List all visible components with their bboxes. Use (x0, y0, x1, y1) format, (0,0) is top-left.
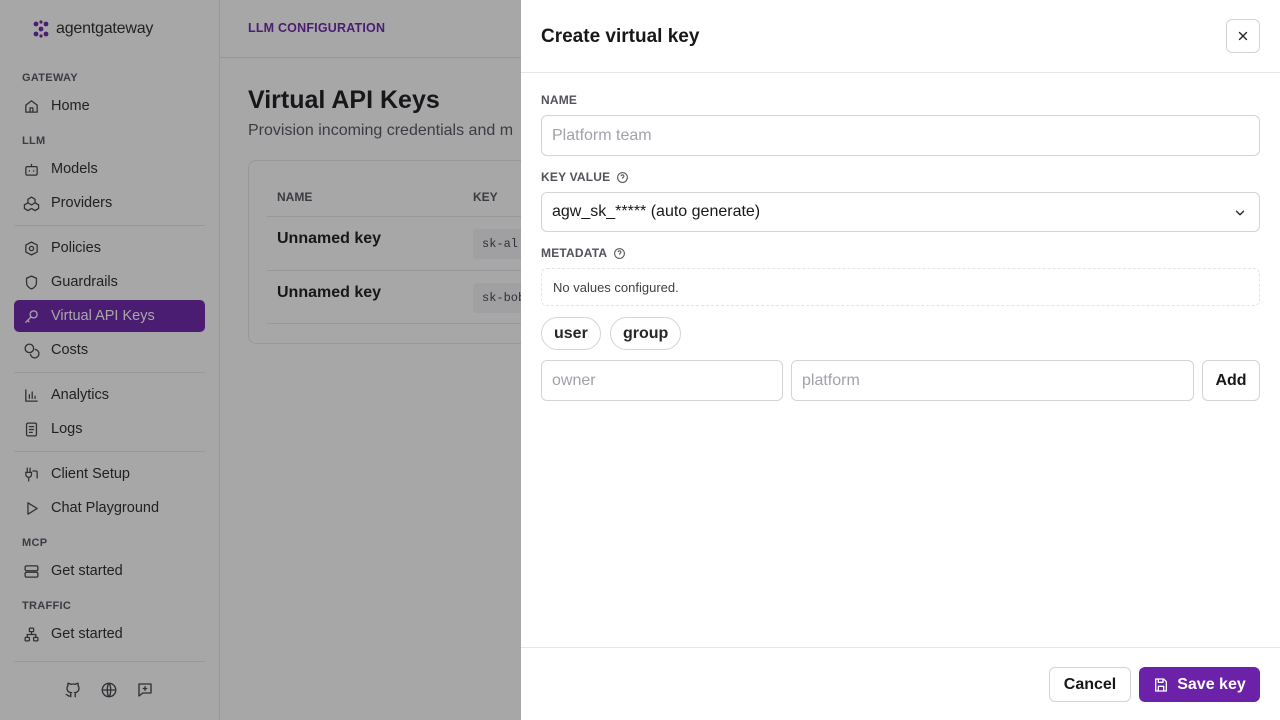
key-value-label: KEY VALUE (541, 170, 629, 184)
drawer-title: Create virtual key (541, 26, 700, 47)
cancel-button[interactable]: Cancel (1049, 667, 1131, 702)
help-icon[interactable] (616, 171, 629, 184)
save-icon (1155, 677, 1168, 692)
name-label: NAME (541, 93, 577, 107)
key-value-label-text: KEY VALUE (541, 170, 611, 184)
drawer-footer: Cancel Save key (521, 647, 1280, 720)
chevron-down-icon (1235, 210, 1245, 216)
suggestion-user-chip[interactable]: user (541, 317, 601, 350)
suggestion-group-chip[interactable]: group (610, 317, 682, 350)
help-icon[interactable] (613, 247, 626, 260)
save-key-label: Save key (1177, 675, 1246, 693)
key-value-select[interactable]: agw_sk_***** (auto generate) (541, 192, 1260, 232)
metadata-value-input[interactable] (791, 360, 1194, 401)
metadata-empty-state: No values configured. (541, 268, 1260, 306)
name-label-text: NAME (541, 93, 578, 107)
drawer-header: Create virtual key (521, 0, 1280, 73)
metadata-key-input[interactable] (541, 360, 783, 401)
create-virtual-key-drawer: Create virtual key NAME KEY VALUE agw_sk… (521, 0, 1280, 720)
add-metadata-button[interactable]: Add (1202, 360, 1260, 401)
close-icon (1238, 31, 1248, 41)
metadata-label: METADATA (541, 246, 626, 260)
close-button[interactable] (1226, 19, 1260, 53)
save-key-button[interactable]: Save key (1139, 667, 1260, 702)
metadata-label-text: METADATA (541, 246, 608, 260)
name-input[interactable] (541, 115, 1260, 156)
key-value-selected: agw_sk_***** (auto generate) (552, 203, 761, 220)
